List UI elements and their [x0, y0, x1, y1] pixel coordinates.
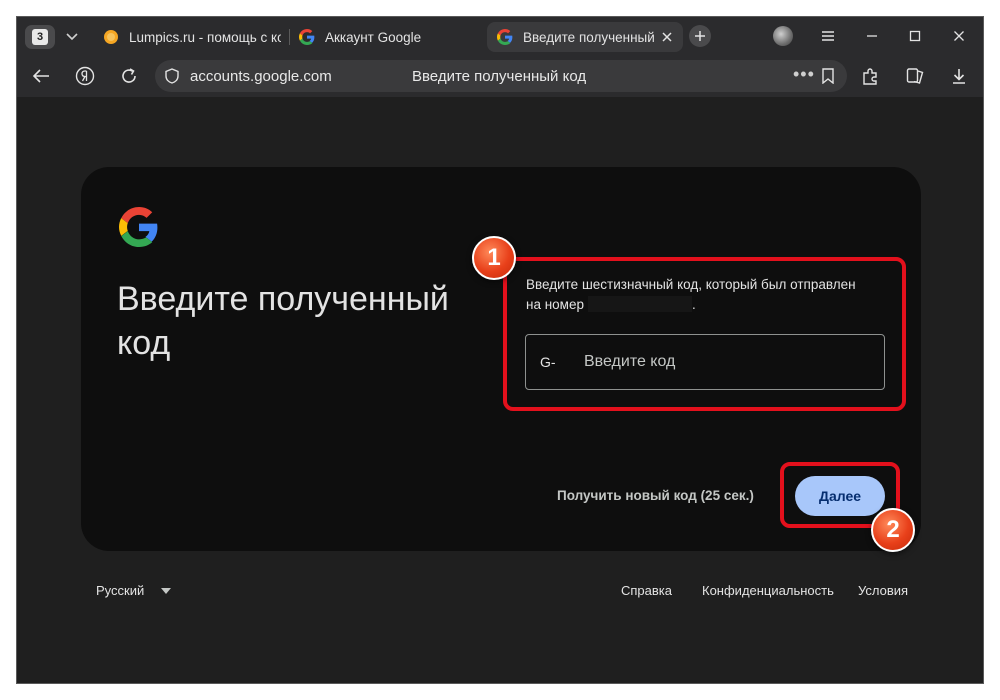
yandex-icon[interactable] [73, 64, 97, 88]
more-options-icon[interactable]: ••• [793, 64, 815, 85]
language-selector[interactable]: Русский [96, 583, 144, 598]
privacy-link[interactable]: Конфиденциальность [702, 583, 834, 598]
chevron-down-icon[interactable] [61, 25, 83, 49]
new-tab-button[interactable] [689, 25, 711, 47]
resend-code-button[interactable]: Получить новый код (25 сек.) [557, 488, 754, 503]
profile-avatar[interactable] [773, 26, 793, 46]
tab-lumpics[interactable]: Lumpics.ru - помощь с ко [103, 22, 281, 52]
download-icon[interactable] [947, 64, 971, 88]
address-url: accounts.google.com [190, 68, 332, 85]
google-favicon-icon [497, 29, 513, 45]
tab-count: 3 [32, 29, 48, 45]
reload-icon[interactable] [117, 64, 141, 88]
maximize-icon[interactable] [905, 26, 925, 46]
google-favicon-icon [299, 29, 315, 45]
address-page-title: Введите полученный код [412, 68, 587, 85]
tab-strip: 3 Lumpics.ru - помощь с ко Аккаунт Googl… [17, 17, 983, 55]
minimize-icon[interactable] [862, 26, 882, 46]
close-icon[interactable] [659, 29, 675, 45]
tab-title: Lumpics.ru - помощь с ко [129, 29, 281, 45]
bookmark-icon[interactable] [821, 68, 835, 84]
annotation-badge-1: 1 [472, 236, 516, 280]
tab-active-enter-code[interactable]: Введите полученный к [487, 22, 683, 52]
help-link[interactable]: Справка [621, 583, 672, 598]
footer: Русский Справка Конфиденциальность Услов… [17, 583, 983, 607]
annotation-badge-2: 2 [871, 508, 915, 552]
close-window-icon[interactable] [949, 26, 969, 46]
tab-separator [289, 29, 290, 45]
tab-title: Введите полученный к [523, 29, 655, 45]
annotation-highlight-code [503, 257, 906, 411]
tab-google-account[interactable]: Аккаунт Google [299, 22, 489, 52]
back-arrow-icon[interactable] [29, 64, 53, 88]
terms-link[interactable]: Условия [858, 583, 908, 598]
tab-counter-button[interactable]: 3 [25, 25, 55, 49]
tab-title: Аккаунт Google [325, 29, 422, 45]
google-logo-icon [119, 207, 158, 247]
address-bar[interactable]: accounts.google.com Введите полученный к… [155, 60, 847, 92]
extensions-icon[interactable] [859, 64, 883, 88]
plus-icon [695, 31, 705, 41]
lumpics-favicon-icon [104, 30, 118, 44]
caret-down-icon[interactable] [161, 588, 171, 594]
browser-toolbar: accounts.google.com Введите полученный к… [17, 55, 983, 97]
shield-icon [165, 68, 179, 84]
collections-icon[interactable] [903, 64, 927, 88]
page-title: Введите полученный код [117, 280, 449, 362]
menu-icon[interactable] [818, 26, 838, 46]
